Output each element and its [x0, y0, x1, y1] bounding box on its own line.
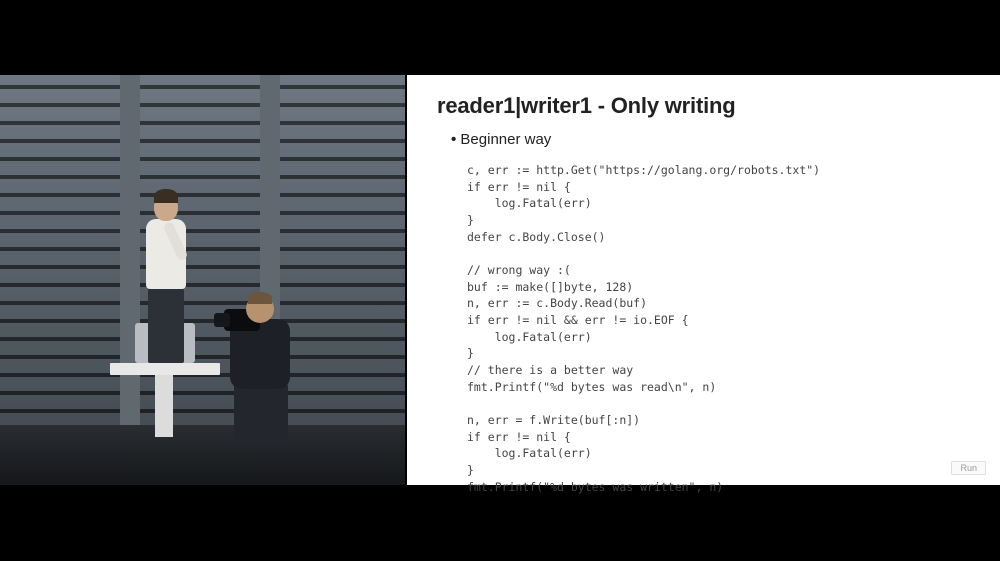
presenter: [140, 193, 190, 363]
podium-leg: [155, 372, 173, 437]
floor: [0, 425, 405, 485]
presenter-scene: [0, 75, 405, 485]
window-pillar: [120, 75, 140, 485]
slide: reader1|writer1 - Only writing Beginner …: [407, 75, 1000, 485]
video-frame: reader1|writer1 - Only writing Beginner …: [0, 75, 1000, 485]
code-block: c, err := http.Get("https://golang.org/r…: [467, 162, 970, 495]
podium: [110, 363, 220, 375]
slide-title: reader1|writer1 - Only writing: [437, 93, 970, 119]
slide-bullet: Beginner way: [451, 131, 970, 148]
run-button[interactable]: Run: [951, 461, 986, 475]
office-windows: [0, 75, 405, 485]
photographer: [220, 289, 310, 439]
